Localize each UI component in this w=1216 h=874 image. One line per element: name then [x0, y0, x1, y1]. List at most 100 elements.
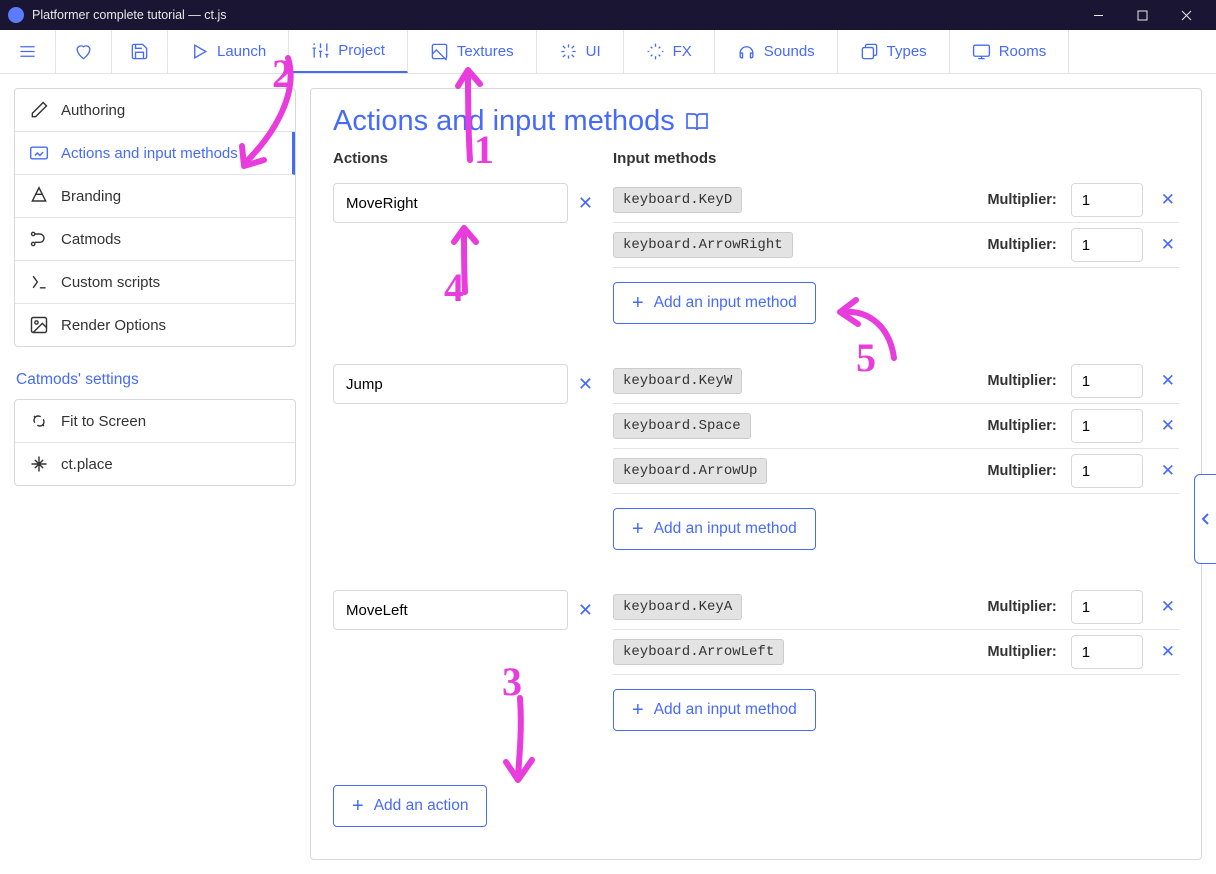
action-left: ✕	[333, 183, 593, 324]
multiplier-input[interactable]	[1071, 590, 1143, 624]
action-name-input[interactable]	[333, 183, 568, 223]
tab-fx[interactable]: FX	[624, 30, 715, 73]
sidebar-item-actions[interactable]: Actions and input methods	[15, 132, 295, 175]
add-action-label: Add an action	[374, 797, 469, 815]
delete-input-button[interactable]: ✕	[1157, 235, 1179, 255]
window-titlebar: Platformer complete tutorial — ct.js	[0, 0, 1216, 30]
input-code-chip[interactable]: keyboard.Space	[613, 413, 751, 439]
sidebar-item-fit-to-screen[interactable]: Fit to Screen	[15, 400, 295, 443]
input-code-chip[interactable]: keyboard.KeyD	[613, 187, 742, 213]
main-toolbar: Launch Project Textures UI FX Sounds Typ…	[0, 30, 1216, 74]
tab-sounds-label: Sounds	[764, 43, 815, 60]
add-input-method-button[interactable]: + Add an input method	[613, 508, 816, 550]
tab-sounds[interactable]: Sounds	[715, 30, 838, 73]
save-button[interactable]	[112, 30, 168, 73]
delete-action-button[interactable]: ✕	[578, 364, 593, 404]
window-close-button[interactable]	[1164, 0, 1208, 30]
col-header-inputs: Input methods	[613, 150, 1179, 167]
input-row: keyboard.ArrowUp Multiplier: ✕	[613, 449, 1179, 494]
sidebar-item-catmods[interactable]: Catmods	[15, 218, 295, 261]
input-row: keyboard.ArrowRight Multiplier: ✕	[613, 223, 1179, 268]
input-row: keyboard.Space Multiplier: ✕	[613, 404, 1179, 449]
input-row: keyboard.KeyD Multiplier: ✕	[613, 183, 1179, 223]
sidebar-item-label: Catmods	[61, 231, 121, 248]
sidebar-catmods-heading: Catmods' settings	[16, 371, 294, 389]
delete-action-button[interactable]: ✕	[578, 183, 593, 223]
sidebar-group-catmods: Fit to Screen ct.place	[14, 399, 296, 486]
multiplier-label: Multiplier:	[987, 237, 1056, 253]
multiplier-label: Multiplier:	[987, 644, 1056, 660]
input-code-chip[interactable]: keyboard.ArrowRight	[613, 232, 793, 258]
action-inputs: keyboard.KeyDMultiplier:✕keyboard.ArrowR…	[613, 183, 1179, 324]
tab-ui-label: UI	[586, 43, 601, 60]
collapse-handle[interactable]	[1194, 474, 1216, 564]
tab-fx-label: FX	[673, 43, 692, 60]
app-icon	[8, 7, 24, 23]
tab-types[interactable]: Types	[838, 30, 950, 73]
delete-input-button[interactable]: ✕	[1157, 416, 1179, 436]
multiplier-input[interactable]	[1071, 183, 1143, 217]
sidebar-item-render-options[interactable]: Render Options	[15, 304, 295, 346]
plus-icon: +	[632, 519, 644, 539]
delete-input-button[interactable]: ✕	[1157, 190, 1179, 210]
action-inputs: keyboard.KeyW Multiplier: ✕ keyboard.Space M…	[613, 364, 1179, 550]
action-block: ✕keyboard.KeyAMultiplier:✕keyboard.Arrow…	[333, 590, 1179, 731]
input-code-chip[interactable]: keyboard.ArrowLeft	[613, 639, 784, 665]
action-name-input[interactable]	[333, 364, 568, 404]
favorite-button[interactable]	[56, 30, 112, 73]
tab-launch[interactable]: Launch	[168, 30, 289, 73]
action-block: ✕keyboard.KeyDMultiplier:✕keyboard.Arrow…	[333, 183, 1179, 324]
add-input-label: Add an input method	[654, 520, 797, 538]
delete-input-button[interactable]: ✕	[1157, 642, 1179, 662]
window-minimize-button[interactable]	[1076, 0, 1120, 30]
sidebar-item-branding[interactable]: Branding	[15, 175, 295, 218]
tab-ui[interactable]: UI	[537, 30, 624, 73]
workspace: Authoring Actions and input methods Bran…	[0, 74, 1216, 874]
multiplier-label: Multiplier:	[987, 418, 1056, 434]
multiplier-input[interactable]	[1071, 228, 1143, 262]
sidebar-item-ct-place[interactable]: ct.place	[15, 443, 295, 485]
plus-icon: +	[352, 796, 364, 816]
delete-input-button[interactable]: ✕	[1157, 371, 1179, 391]
project-sidebar: Authoring Actions and input methods Bran…	[14, 88, 296, 860]
sidebar-item-custom-scripts[interactable]: Custom scripts	[15, 261, 295, 304]
sidebar-item-label: Fit to Screen	[61, 413, 146, 430]
multiplier-input[interactable]	[1071, 364, 1143, 398]
input-code-chip[interactable]: keyboard.ArrowUp	[613, 458, 767, 484]
input-code-chip[interactable]: keyboard.KeyW	[613, 368, 742, 394]
action-name-input[interactable]	[333, 590, 568, 630]
add-action-button[interactable]: + Add an action	[333, 785, 487, 827]
col-header-actions: Actions	[333, 150, 613, 167]
multiplier-input[interactable]	[1071, 409, 1143, 443]
multiplier-label: Multiplier:	[987, 192, 1056, 208]
multiplier-label: Multiplier:	[987, 373, 1056, 389]
action-block: ✕keyboard.KeyWMultiplier:✕keyboard.Space…	[333, 364, 1179, 550]
add-input-method-button[interactable]: +Add an input method	[613, 282, 816, 324]
sidebar-item-label: Custom scripts	[61, 274, 160, 291]
add-input-method-button[interactable]: +Add an input method	[613, 689, 816, 731]
delete-input-button[interactable]: ✕	[1157, 461, 1179, 481]
tab-project[interactable]: Project	[289, 30, 408, 73]
multiplier-input[interactable]	[1071, 635, 1143, 669]
multiplier-label: Multiplier:	[987, 463, 1056, 479]
tab-textures[interactable]: Textures	[408, 30, 537, 73]
sidebar-item-label: ct.place	[61, 456, 113, 473]
book-icon[interactable]	[685, 110, 709, 134]
input-code-chip[interactable]: keyboard.KeyA	[613, 594, 742, 620]
tab-rooms[interactable]: Rooms	[950, 30, 1070, 73]
sidebar-item-label: Branding	[61, 188, 121, 205]
multiplier-input[interactable]	[1071, 454, 1143, 488]
window-title: Platformer complete tutorial — ct.js	[32, 8, 1076, 22]
window-maximize-button[interactable]	[1120, 0, 1164, 30]
input-row: keyboard.ArrowLeft Multiplier: ✕	[613, 630, 1179, 675]
sidebar-item-label: Authoring	[61, 102, 125, 119]
tab-types-label: Types	[887, 43, 927, 60]
sidebar-item-label: Actions and input methods	[61, 145, 238, 162]
delete-action-button[interactable]: ✕	[578, 590, 593, 630]
menu-button[interactable]	[0, 30, 56, 73]
delete-input-button[interactable]: ✕	[1157, 597, 1179, 617]
input-row: keyboard.KeyW Multiplier: ✕	[613, 364, 1179, 404]
sidebar-item-authoring[interactable]: Authoring	[15, 89, 295, 132]
add-input-label: Add an input method	[654, 701, 797, 719]
tab-project-label: Project	[338, 42, 385, 59]
